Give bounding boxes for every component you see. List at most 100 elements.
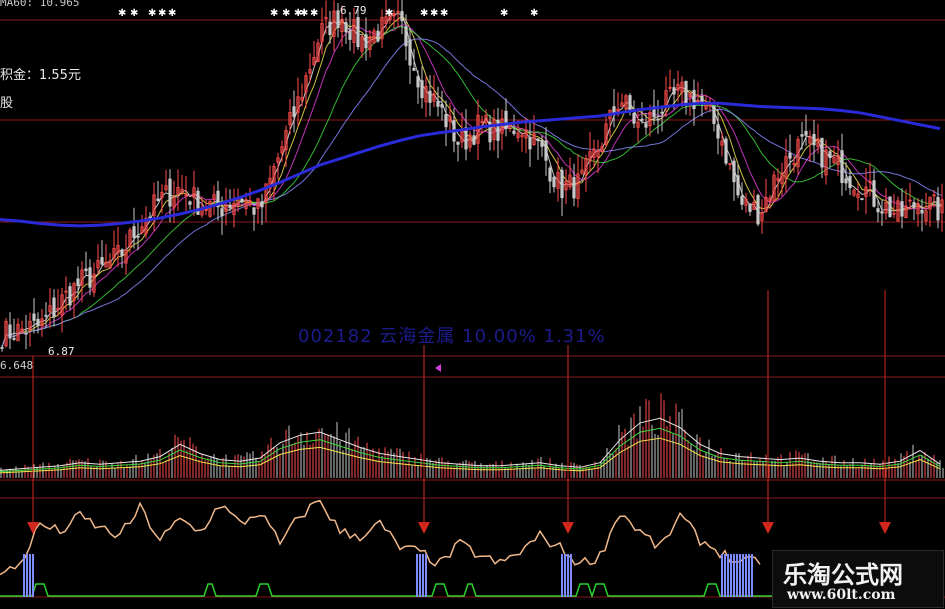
candle-body [400,11,404,21]
signal-arrow-head [418,522,430,534]
candle-body [548,167,552,182]
candle-body [736,175,740,196]
top-marker: ✱ [168,8,176,19]
candle-body [240,198,244,203]
top-marker: ✱ [420,8,428,19]
candle-body [408,39,412,66]
top-marker: ✱ [500,8,508,19]
candle-body [348,30,352,40]
candle-body [632,112,636,124]
high-price-label: 6.79 [340,4,367,17]
candle-body [188,201,192,205]
candle-body [552,176,556,188]
candle-body [716,124,720,139]
candle-body [888,196,892,218]
candle-body [872,180,876,207]
candle-body [844,178,848,184]
top-marker: ✱ [530,8,538,19]
candle-body [544,140,548,161]
candle-body [252,207,256,215]
signal-arrow-head [762,522,774,534]
candle-body [260,201,264,208]
candle-body [572,177,576,199]
candle-body [456,141,460,145]
top-marker: ✱ [118,8,126,19]
candle-body [132,226,136,239]
candle-body [84,268,88,272]
top-marker: ✱ [430,8,438,19]
candle-body [692,89,696,110]
candle-body [36,318,40,326]
low-price-label: 6.87 [48,345,75,358]
candle-body [724,138,728,164]
candle-body [100,257,104,265]
candle-body [684,80,688,105]
candle-body [336,10,340,29]
candle-body [732,160,736,183]
volume-max-label: 6.648 [0,359,34,372]
candle-body [88,267,92,288]
candle-body [404,26,408,47]
candle-body [712,105,716,124]
candle-body [656,118,660,121]
candle-body [740,195,744,205]
signal-arrow-head [562,522,574,534]
top-marker: ✱ [310,8,318,19]
candle-body [840,150,844,183]
candle-body [912,202,916,208]
candle-body [364,34,368,49]
candle-body [76,278,80,287]
candle-body [292,106,296,117]
candle-body [24,332,28,335]
candle-body [32,313,36,321]
candle-body [44,314,48,317]
stock-ghost-label: 002182 云海金属 10.00% 1.31% [298,326,606,347]
candle-body [120,250,124,256]
candle-body [496,119,500,141]
candle-body [528,137,532,150]
candle-body [436,100,440,107]
candle-body [168,178,172,207]
candle-body [536,138,540,141]
ma-line [1,12,943,348]
candle-body [504,110,508,129]
candle-body [756,194,760,225]
candle-body [12,337,16,340]
top-marker: ✱ [282,8,290,19]
top-marker: ✱ [130,8,138,19]
candle-body [428,90,432,103]
stock-chart: ✱ ✱ ✱ ✱ ✱ ✱ ✱ ✱✱ ✱ ✱ ✱ ✱ ✱ ✱ ✱ [0,0,945,599]
candle-body [700,95,704,103]
candle-body [672,87,676,95]
candle-body [412,67,416,71]
candle-body [444,113,448,128]
candle-body [68,286,72,306]
ma-line [1,38,943,348]
candle-body [800,134,804,137]
candle-body [748,203,752,212]
candle-body [156,198,160,201]
candle-body [640,118,644,121]
candle-body [220,208,224,217]
candle-body [356,17,360,48]
top-marker: ✱ [385,8,393,19]
candle-body [0,347,4,349]
candle-body [136,235,140,238]
top-marker: ✱ [300,8,308,19]
top-marker: ✱ [270,8,278,19]
candle-body [52,297,56,318]
candle-body [376,30,380,42]
candle-body [540,140,544,147]
candle-body [644,123,648,128]
candle-body [812,133,816,146]
candle-body [228,204,232,209]
candle-body [880,211,884,214]
candle-body [440,104,444,108]
candle-body [560,169,564,199]
candle-body [660,111,664,114]
candle-body [876,208,880,213]
candle-body [512,130,516,134]
candle-body [472,135,476,145]
candle-body [860,198,864,200]
candle-body [416,76,420,88]
